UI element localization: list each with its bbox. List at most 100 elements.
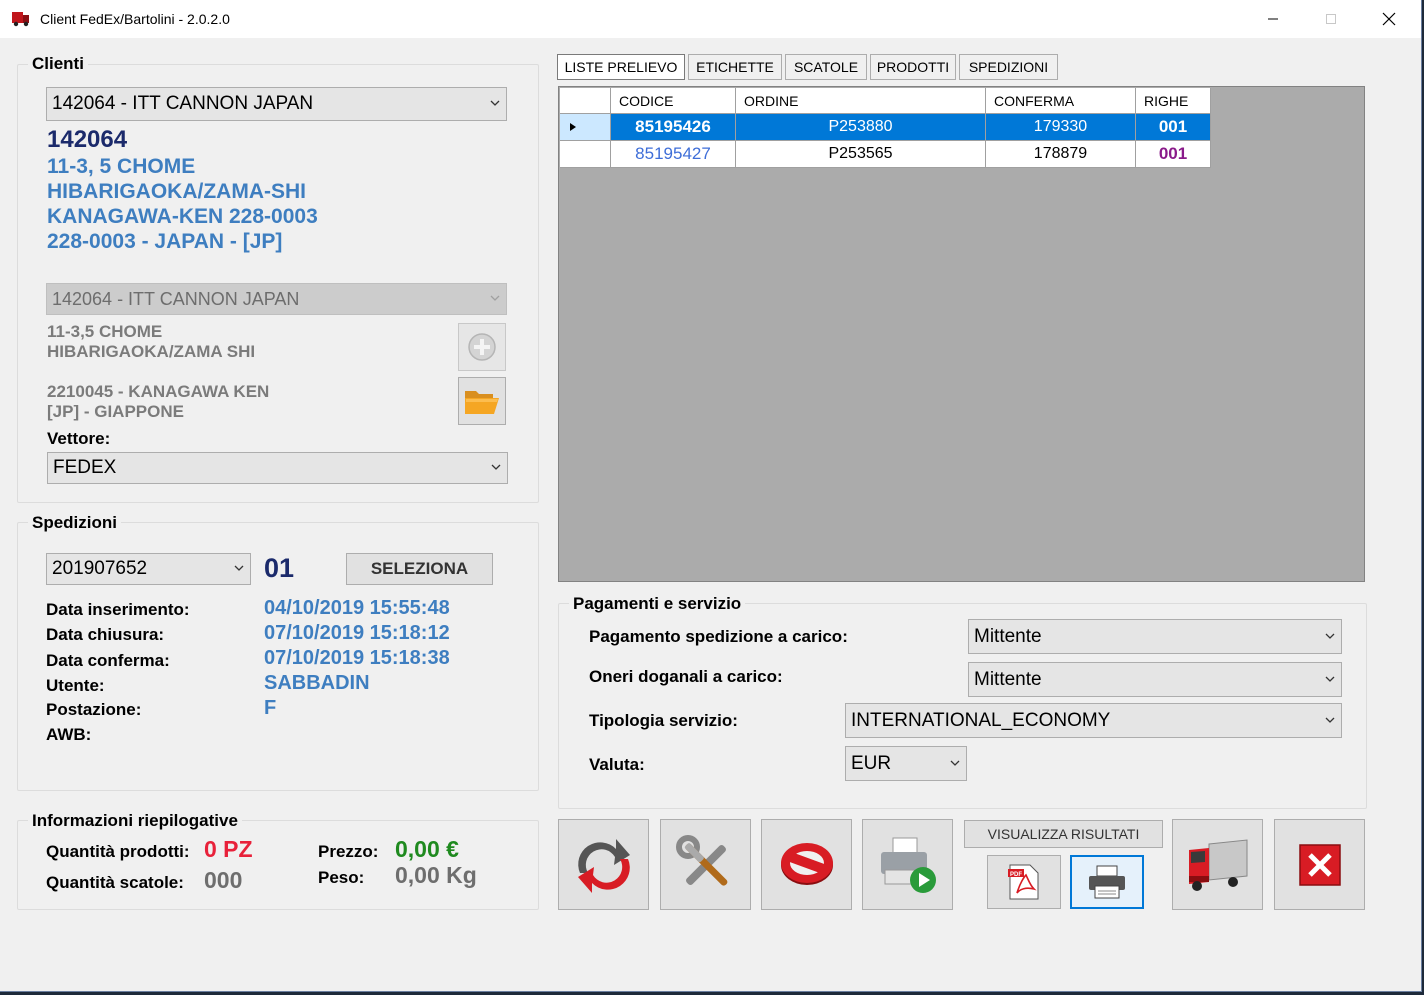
weight-value: 0,00 Kg <box>395 862 477 888</box>
tipologia-select[interactable]: INTERNATIONAL_ECONOMY <box>845 703 1342 738</box>
svg-text:PDF: PDF <box>1010 872 1022 878</box>
chevron-down-icon <box>234 565 244 571</box>
tipologia-label: Tipologia servizio: <box>589 711 738 730</box>
postazione-label: Postazione: <box>46 700 142 719</box>
qty-boxes-label: Quantità scatole: <box>46 873 184 892</box>
col-header-ordine[interactable]: ORDINE <box>736 88 986 114</box>
tab-scatole[interactable]: SCATOLE <box>785 54 867 80</box>
maximize-icon <box>1326 14 1336 24</box>
utente-label: Utente: <box>46 676 105 695</box>
utente-value: SABBADIN <box>264 672 370 694</box>
maximize-button[interactable] <box>1302 0 1360 38</box>
truck-app-icon <box>12 12 29 27</box>
dest-address-line-4: [JP] - GIAPPONE <box>47 402 184 421</box>
liste-prelievo-grid: CODICE ORDINE CONFERMA RIGHE 85195426 P2… <box>558 86 1365 582</box>
pdf-button[interactable]: PDF <box>987 855 1061 909</box>
valuta-label: Valuta: <box>589 755 645 774</box>
table-cell-righe[interactable]: 001 <box>1136 141 1211 168</box>
cliente-address-line-3: KANAGAWA-KEN 228-0003 <box>47 205 318 228</box>
table-cell-codice[interactable]: 85195427 <box>611 141 736 168</box>
pagamento-select-value: Mittente <box>974 625 1042 647</box>
tab-spedizioni[interactable]: SPEDIZIONI <box>959 54 1058 80</box>
table-cell-righe[interactable]: 001 <box>1136 114 1211 141</box>
visualizza-risultati-button[interactable]: VISUALIZZA RISULTATI <box>964 820 1163 848</box>
dest-address-line-1: 11-3,5 CHOME <box>47 322 163 341</box>
col-header-codice[interactable]: CODICE <box>611 88 736 114</box>
oneri-select[interactable]: Mittente <box>968 662 1342 697</box>
pagamenti-title: Pagamenti e servizio <box>569 594 746 614</box>
oneri-label: Oneri doganali a carico: <box>589 667 783 686</box>
table-cell-conferma[interactable]: 178879 <box>986 141 1136 168</box>
spedizione-select-value: 201907652 <box>52 558 148 579</box>
table-cell-conferma[interactable]: 179330 <box>986 114 1136 141</box>
riepilogo-title: Informazioni riepilogative <box>28 811 242 831</box>
tab-liste-prelievo[interactable]: LISTE PRELIEVO <box>557 54 685 80</box>
qty-boxes-value: 000 <box>204 867 243 893</box>
printer-play-icon <box>880 837 936 893</box>
spedizione-select[interactable]: 201907652 <box>46 553 251 585</box>
window-title: Client FedEx/Bartolini - 2.0.2.0 <box>40 11 230 27</box>
pdf-icon: PDF <box>1008 864 1039 900</box>
tab-prodotti[interactable]: PRODOTTI <box>870 54 956 80</box>
data-inserimento-value: 04/10/2019 15:55:48 <box>264 597 450 619</box>
refresh-arrows-icon <box>577 838 630 893</box>
tools-icon <box>675 834 727 886</box>
chevron-down-icon <box>490 295 500 301</box>
print-button[interactable] <box>1070 855 1144 909</box>
pagamento-label: Pagamento spedizione a carico: <box>589 627 848 646</box>
data-chiusura-label: Data chiusura: <box>46 625 165 644</box>
open-folder-button[interactable] <box>458 377 506 425</box>
app-window: Client FedEx/Bartolini - 2.0.2.0 Clienti… <box>0 0 1422 992</box>
table-cell-ordine[interactable]: P253880 <box>736 114 986 141</box>
shipment-truck-button[interactable] <box>1172 819 1263 910</box>
table-cell-ordine[interactable]: P253565 <box>736 141 986 168</box>
table-cell-codice[interactable]: 85195426 <box>611 114 736 141</box>
close-icon <box>1382 12 1396 26</box>
destinazione-select: 142064 - ITT CANNON JAPAN <box>46 283 507 315</box>
destinazione-select-value: 142064 - ITT CANNON JAPAN <box>52 288 300 309</box>
tipologia-select-value: INTERNATIONAL_ECONOMY <box>851 709 1111 731</box>
close-window-button[interactable] <box>1274 819 1365 910</box>
forbidden-icon <box>780 842 833 885</box>
print-send-button[interactable] <box>862 819 953 910</box>
cliente-address-line-4: 228-0003 - JAPAN - [JP] <box>47 230 283 253</box>
spedizioni-title: Spedizioni <box>28 513 121 533</box>
pagamento-select[interactable]: Mittente <box>968 619 1342 654</box>
add-destination-button[interactable] <box>458 323 506 371</box>
settings-tools-button[interactable] <box>660 819 751 910</box>
spedizione-number: 01 <box>264 553 295 583</box>
valuta-select-value: EUR <box>851 752 892 774</box>
qty-products-value: 0 PZ <box>204 836 253 862</box>
row-header[interactable] <box>560 141 611 168</box>
dest-address-line-2: HIBARIGAOKA/ZAMA SHI <box>47 342 256 361</box>
chevron-down-icon <box>490 100 500 106</box>
cliente-select-value: 142064 - ITT CANNON JAPAN <box>52 93 314 114</box>
chevron-down-icon <box>1325 717 1335 723</box>
awb-label: AWB: <box>46 725 92 744</box>
close-button[interactable] <box>1360 0 1418 38</box>
vettore-label: Vettore: <box>47 429 111 448</box>
cliente-code: 142064 <box>47 126 128 153</box>
col-header-conferma[interactable]: CONFERMA <box>986 88 1136 114</box>
minimize-button[interactable] <box>1244 0 1302 38</box>
title-bar: Client FedEx/Bartolini - 2.0.2.0 <box>0 0 1421 38</box>
qty-products-label: Quantità prodotti: <box>46 842 190 861</box>
valuta-select[interactable]: EUR <box>845 746 967 781</box>
price-label: Prezzo: <box>318 842 379 861</box>
cliente-select[interactable]: 142064 - ITT CANNON JAPAN <box>46 87 507 121</box>
vettore-select[interactable]: FEDEX <box>47 452 508 484</box>
cancel-button[interactable] <box>761 819 852 910</box>
refresh-button[interactable] <box>558 819 649 910</box>
weight-label: Peso: <box>318 868 365 887</box>
tab-etichette[interactable]: ETICHETTE <box>688 54 782 80</box>
folder-icon <box>465 391 499 414</box>
seleziona-button[interactable]: SELEZIONA <box>346 553 493 585</box>
truck-icon <box>1188 838 1247 891</box>
row-header[interactable] <box>560 114 611 141</box>
row-pointer-icon <box>570 123 576 131</box>
data-inserimento-label: Data inserimento: <box>46 600 190 619</box>
col-header-righe[interactable]: RIGHE <box>1136 88 1211 114</box>
data-conferma-value: 07/10/2019 15:18:38 <box>264 647 450 669</box>
printer-icon <box>1089 865 1125 899</box>
chevron-down-icon <box>1325 676 1335 682</box>
